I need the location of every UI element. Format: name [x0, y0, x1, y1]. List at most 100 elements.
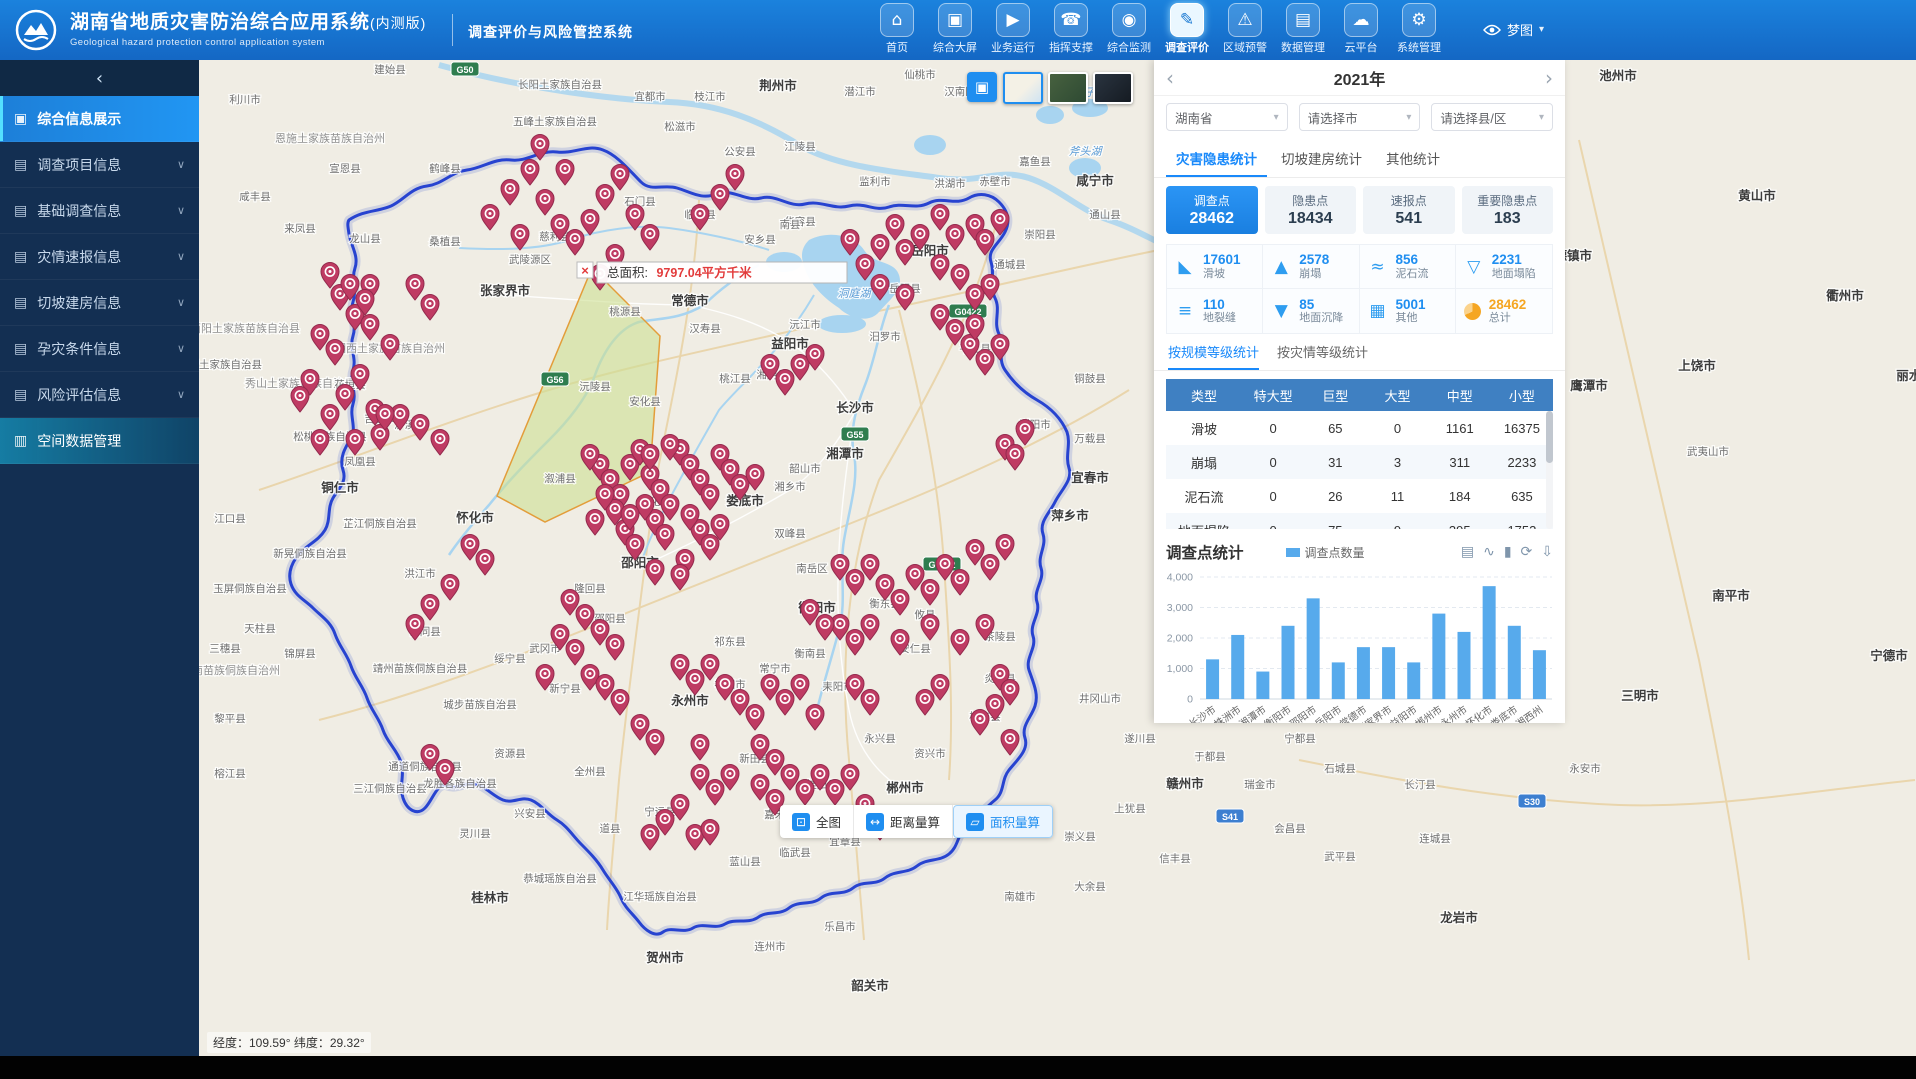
- map-label: 三穗县: [209, 642, 241, 655]
- nav-item-survey[interactable]: ✎调查评价: [1158, 3, 1216, 55]
- map-tool-full-extent[interactable]: ⊡全图: [780, 805, 854, 838]
- nav-item-label: 云平台: [1345, 39, 1378, 55]
- basemap-thumb-satellite[interactable]: [1048, 72, 1088, 104]
- sidebar-item-slope-housing[interactable]: ▤切坡建房信息∨: [0, 280, 199, 326]
- nav-item-big-screen[interactable]: ▣综合大屏: [926, 3, 984, 55]
- hazard-cell-collapse[interactable]: ▲2578崩塌: [1263, 245, 1359, 289]
- report-icon[interactable]: ▤: [1461, 545, 1474, 559]
- sidebar-item-basic-survey[interactable]: ▤基础调查信息∨: [0, 188, 199, 234]
- map-label: 隆回县: [574, 582, 606, 595]
- tab-other-stats[interactable]: 其他统计: [1376, 140, 1450, 177]
- table-header-cell: 中型: [1429, 386, 1491, 405]
- sub-tab-by-scale[interactable]: 按规模等级统计: [1168, 342, 1259, 370]
- sub-tab-by-disaster-level[interactable]: 按灾情等级统计: [1277, 342, 1368, 370]
- close-icon[interactable]: ×: [581, 263, 589, 278]
- stat-card-label: 速报点: [1391, 192, 1427, 209]
- chart-bar[interactable]: [1458, 632, 1471, 699]
- sidebar-item-hazard-conditions[interactable]: ▤孕灾条件信息∨: [0, 326, 199, 372]
- hazard-cell-ground-fissure[interactable]: ≡110地裂缝: [1167, 289, 1263, 333]
- sidebar-collapse-button[interactable]: ‹: [0, 60, 199, 96]
- hazard-cell-landslide[interactable]: ◣17601滑坡: [1167, 245, 1263, 289]
- chart-bar[interactable]: [1282, 626, 1295, 699]
- download-icon[interactable]: ⇩: [1541, 545, 1553, 559]
- basemap-thumb-dark[interactable]: [1093, 72, 1133, 104]
- table-cell: 9: [1366, 523, 1428, 530]
- nav-item-business[interactable]: ▶业务运行: [984, 3, 1042, 55]
- hazard-cell-land-subsidence[interactable]: ▼85地面沉降: [1263, 289, 1359, 333]
- nav-item-region-warning[interactable]: ⚠区域预警: [1216, 3, 1274, 55]
- chart-bar[interactable]: [1332, 662, 1345, 699]
- map-label: 上饶市: [1678, 358, 1716, 373]
- stat-card-value: 541: [1395, 210, 1422, 228]
- sidebar-item-overview[interactable]: ▣综合信息展示: [0, 96, 199, 142]
- chart-bar[interactable]: [1206, 659, 1219, 699]
- line-chart-icon[interactable]: ∿: [1483, 545, 1495, 559]
- sidebar-item-disaster-report[interactable]: ▤灾情速报信息∨: [0, 234, 199, 280]
- map-label: 龙岩市: [1439, 910, 1478, 925]
- chart-bar[interactable]: [1256, 672, 1269, 699]
- nav-item-command[interactable]: ☎指挥支撑: [1042, 3, 1100, 55]
- chart-bar[interactable]: [1382, 647, 1395, 699]
- chart-bar[interactable]: [1231, 635, 1244, 699]
- map-label: 三明市: [1621, 688, 1659, 703]
- map-label: 郴州市: [886, 780, 924, 795]
- chart-legend: 调查点数量: [1286, 544, 1365, 561]
- nav-item-label: 综合监测: [1107, 39, 1151, 55]
- chart-bar[interactable]: [1483, 586, 1496, 699]
- map-canvas[interactable]: 利川市建始县长阳土家族自治县宜都市枝江市荆州市潜江市仙桃市汉南区恩施土家族苗族自…: [199, 60, 1916, 1056]
- table-cell: 395: [1429, 523, 1491, 530]
- stat-card-quick-report-points[interactable]: 速报点541: [1363, 186, 1455, 234]
- hazard-cell-ground-collapse[interactable]: ▽2231地面塌陷: [1456, 245, 1552, 289]
- chart-bar[interactable]: [1432, 614, 1445, 699]
- chart-bar[interactable]: [1407, 662, 1420, 699]
- sidebar-item-spatial-data[interactable]: ▥空间数据管理: [0, 418, 199, 464]
- table-scrollbar[interactable]: [1546, 411, 1553, 529]
- map-label: 江陵县: [784, 141, 816, 153]
- chart-bar[interactable]: [1357, 647, 1370, 699]
- hazard-cell-debris-flow[interactable]: ≈856泥石流: [1360, 245, 1456, 289]
- nav-tile: ⚠: [1228, 3, 1262, 37]
- year-label: 2021年: [1334, 66, 1386, 90]
- y-axis-label: 1,000: [1167, 663, 1193, 675]
- sidebar-item-project-info[interactable]: ▤调查项目信息∨: [0, 142, 199, 188]
- basemap-thumb-vector[interactable]: [1003, 72, 1043, 104]
- map-label: 南平市: [1712, 588, 1750, 603]
- map-label: 江口县: [214, 513, 246, 525]
- nav-item-data-manage[interactable]: ▤数据管理: [1274, 3, 1332, 55]
- nav-item-cloud[interactable]: ☁云平台: [1332, 3, 1390, 55]
- tab-hazard-stats[interactable]: 灾害隐患统计: [1166, 140, 1267, 177]
- chart-bar[interactable]: [1508, 626, 1521, 699]
- header-nav: ⌂首页▣综合大屏▶业务运行☎指挥支撑◉综合监测✎调查评价⚠区域预警▤数据管理☁云…: [868, 3, 1448, 55]
- tab-slope-housing-stats[interactable]: 切坡建房统计: [1271, 140, 1372, 177]
- stat-card-hidden-danger-points[interactable]: 隐患点18434: [1265, 186, 1357, 234]
- nav-item-system[interactable]: ⚙系统管理: [1390, 3, 1448, 55]
- layer-switch-button[interactable]: ▣: [967, 72, 997, 102]
- map-label: 鹰潭市: [1570, 378, 1608, 393]
- map-tool-measure-distance[interactable]: ↔距离量算: [854, 805, 953, 838]
- table-scrollbar-thumb[interactable]: [1546, 411, 1553, 463]
- map-tool-measure-area[interactable]: ▱面积量算: [953, 805, 1053, 838]
- next-year-button[interactable]: ›: [1545, 68, 1553, 88]
- stat-card-important-points[interactable]: 重要隐患点183: [1462, 186, 1554, 234]
- county-select[interactable]: 请选择县/区▾: [1431, 103, 1553, 131]
- nav-item-monitoring[interactable]: ◉综合监测: [1100, 3, 1158, 55]
- nav-tile: ⚙: [1402, 3, 1436, 37]
- chart-bar[interactable]: [1533, 650, 1546, 699]
- nav-item-home[interactable]: ⌂首页: [868, 3, 926, 55]
- map-label: 咸丰县: [239, 190, 271, 203]
- hazard-cell-other[interactable]: ▦5001其他: [1360, 289, 1456, 333]
- collapse-icon: ▲: [1271, 257, 1291, 277]
- chart-bar[interactable]: [1307, 598, 1320, 699]
- prev-year-button[interactable]: ‹: [1166, 68, 1174, 88]
- map-label: 宜春市: [1071, 470, 1109, 485]
- stat-card-survey-points[interactable]: 调查点28462: [1166, 186, 1258, 234]
- city-select[interactable]: 请选择市▾: [1299, 103, 1421, 131]
- refresh-icon[interactable]: ⟳: [1521, 545, 1533, 559]
- bar-chart-icon[interactable]: ▮: [1504, 545, 1512, 559]
- y-axis-label: 2,000: [1167, 633, 1193, 645]
- table-cell: 11: [1366, 489, 1428, 504]
- user-menu[interactable]: 梦图 ▾: [1483, 20, 1544, 39]
- hazard-cell-total[interactable]: 28462总计: [1456, 289, 1552, 333]
- sidebar-item-risk-assessment[interactable]: ▤风险评估信息∨: [0, 372, 199, 418]
- province-select[interactable]: 湖南省▾: [1166, 103, 1288, 131]
